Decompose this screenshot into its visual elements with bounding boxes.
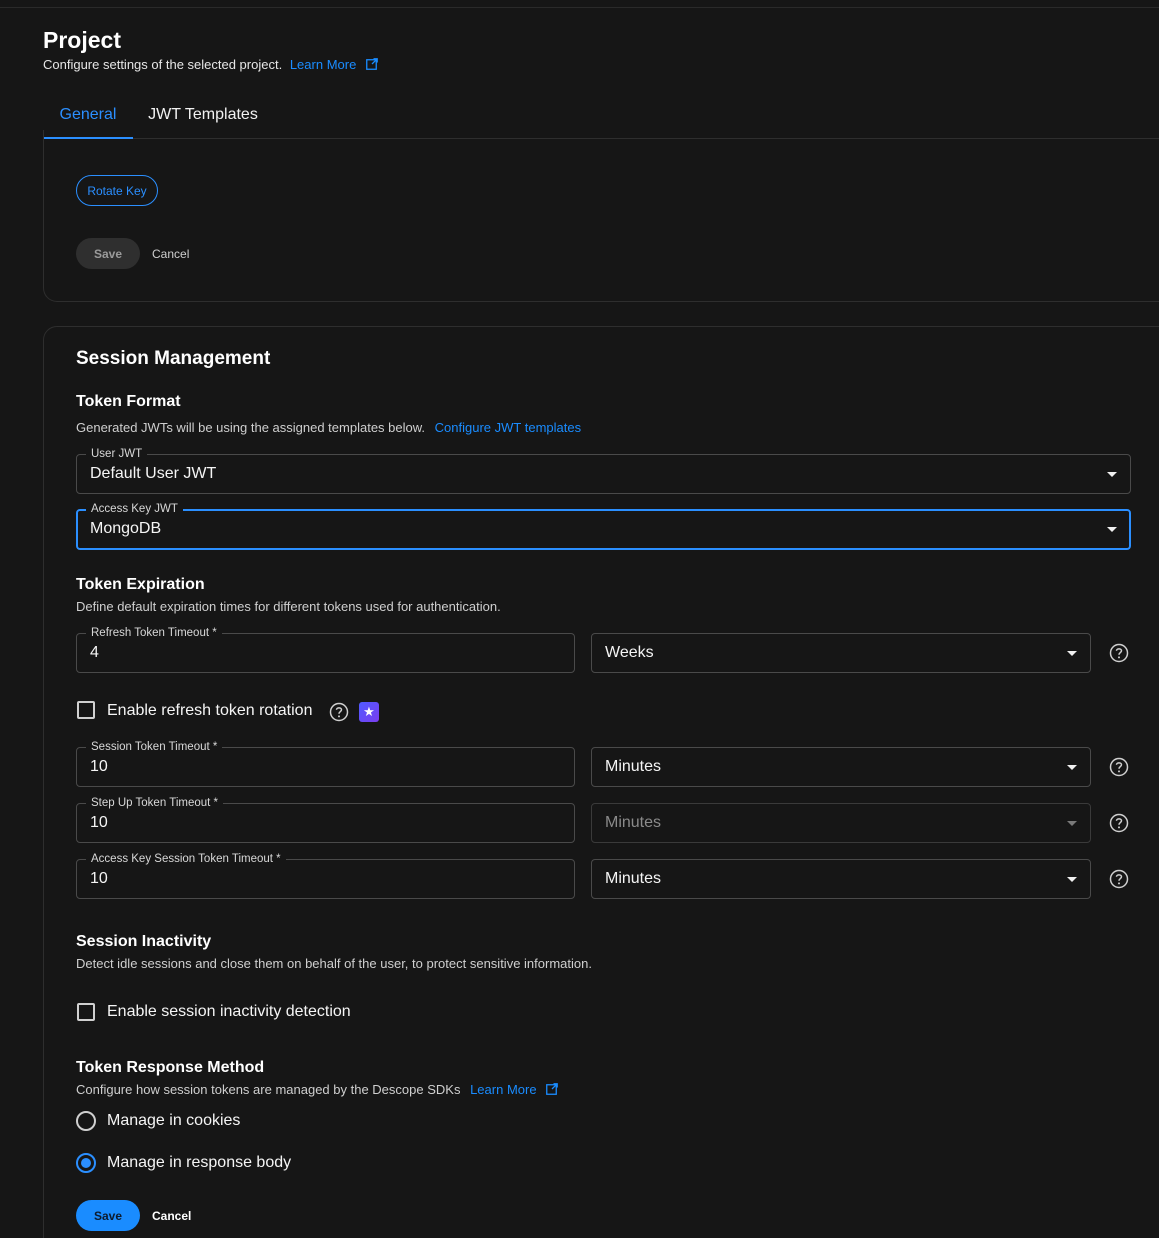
refresh-token-unit-select[interactable]: Weeks (591, 633, 1091, 673)
token-response-method-title: Token Response Method (76, 1059, 265, 1076)
chevron-down-icon (1067, 765, 1077, 770)
access-key-session-token-unit-select[interactable]: Minutes (591, 859, 1091, 899)
manage-in-cookies-radio[interactable] (76, 1111, 96, 1131)
rotate-key-button[interactable]: Rotate Key (76, 175, 158, 206)
session-management-title: Session Management (76, 348, 271, 369)
refresh-token-timeout-label: Refresh Token Timeout * (86, 625, 222, 641)
session-save-button[interactable]: Save (76, 1200, 140, 1231)
refresh-token-rotation-label: Enable refresh token rotation (107, 702, 313, 719)
top-divider (0, 0, 1159, 8)
chevron-down-icon (1067, 821, 1077, 826)
learn-more-label: Learn More (289, 57, 357, 72)
token-expiration-title: Token Expiration (76, 576, 205, 593)
session-token-timeout-input[interactable]: Session Token Timeout * 10 (76, 739, 575, 787)
refresh-token-unit-value: Weeks (605, 644, 654, 661)
refresh-token-timeout-value: 4 (90, 644, 99, 661)
key-save-button[interactable]: Save (76, 238, 140, 269)
manage-in-response-body-radio[interactable] (76, 1153, 96, 1173)
response-learn-more-link[interactable]: Learn More (470, 1082, 559, 1097)
key-card (43, 130, 1159, 302)
user-jwt-select[interactable]: User JWT Default User JWT (76, 446, 1131, 494)
configure-jwt-templates-link[interactable]: Configure JWT templates (435, 420, 581, 435)
manage-in-cookies-label: Manage in cookies (107, 1112, 241, 1129)
access-key-jwt-value: MongoDB (90, 520, 162, 537)
access-key-session-token-timeout-input[interactable]: Access Key Session Token Timeout * 10 (76, 851, 575, 899)
help-icon[interactable] (1109, 757, 1129, 777)
session-token-unit-value: Minutes (605, 758, 662, 775)
step-up-token-timeout-input[interactable]: Step Up Token Timeout * 10 (76, 795, 575, 843)
session-inactivity-label: Enable session inactivity detection (107, 1003, 351, 1020)
chevron-down-icon (1067, 651, 1077, 656)
chevron-down-icon (1067, 877, 1077, 882)
step-up-token-unit-value: Minutes (605, 814, 662, 831)
help-icon[interactable] (1109, 643, 1129, 663)
token-format-description: Generated JWTs will be using the assigne… (76, 420, 581, 435)
token-response-method-description: Configure how session tokens are managed… (76, 1082, 559, 1097)
access-key-session-token-timeout-value: 10 (90, 870, 108, 887)
step-up-token-timeout-value: 10 (90, 814, 108, 831)
chevron-down-icon (1107, 527, 1117, 532)
session-cancel-button[interactable]: Cancel (152, 1200, 191, 1231)
access-key-session-token-timeout-label: Access Key Session Token Timeout * (86, 851, 286, 867)
page-subtitle-text: Configure settings of the selected proje… (43, 57, 283, 72)
external-link-icon (366, 58, 378, 70)
session-inactivity-description: Detect idle sessions and close them on b… (76, 956, 592, 971)
help-icon[interactable] (1109, 813, 1129, 833)
session-inactivity-title: Session Inactivity (76, 933, 212, 950)
session-token-unit-select[interactable]: Minutes (591, 747, 1091, 787)
manage-in-response-body-label: Manage in response body (107, 1154, 292, 1171)
user-jwt-value: Default User JWT (90, 465, 217, 482)
page-subtitle: Configure settings of the selected proje… (43, 57, 378, 72)
token-format-title: Token Format (76, 393, 181, 410)
response-learn-more-label: Learn More (470, 1082, 537, 1097)
token-format-description-text: Generated JWTs will be using the assigne… (76, 420, 426, 435)
token-response-method-description-text: Configure how session tokens are managed… (76, 1082, 461, 1097)
step-up-token-unit-select[interactable]: Minutes (591, 803, 1091, 843)
session-token-timeout-value: 10 (90, 758, 108, 775)
learn-more-link[interactable]: Learn More (290, 57, 378, 72)
key-cancel-button[interactable]: Cancel (152, 238, 189, 269)
refresh-token-rotation-checkbox[interactable] (77, 701, 95, 719)
refresh-token-timeout-input[interactable]: Refresh Token Timeout * 4 (76, 625, 575, 673)
token-expiration-description: Define default expiration times for diff… (76, 599, 501, 614)
session-inactivity-checkbox[interactable] (77, 1003, 95, 1021)
help-icon[interactable] (329, 702, 349, 722)
chevron-down-icon (1107, 472, 1117, 477)
help-icon[interactable] (1109, 869, 1129, 889)
access-key-jwt-select[interactable]: Access Key JWT MongoDB (76, 501, 1131, 550)
page-title: Project (43, 27, 121, 53)
external-link-icon (546, 1083, 559, 1095)
star-icon: ★ (359, 702, 379, 722)
access-key-session-token-unit-value: Minutes (605, 870, 662, 887)
